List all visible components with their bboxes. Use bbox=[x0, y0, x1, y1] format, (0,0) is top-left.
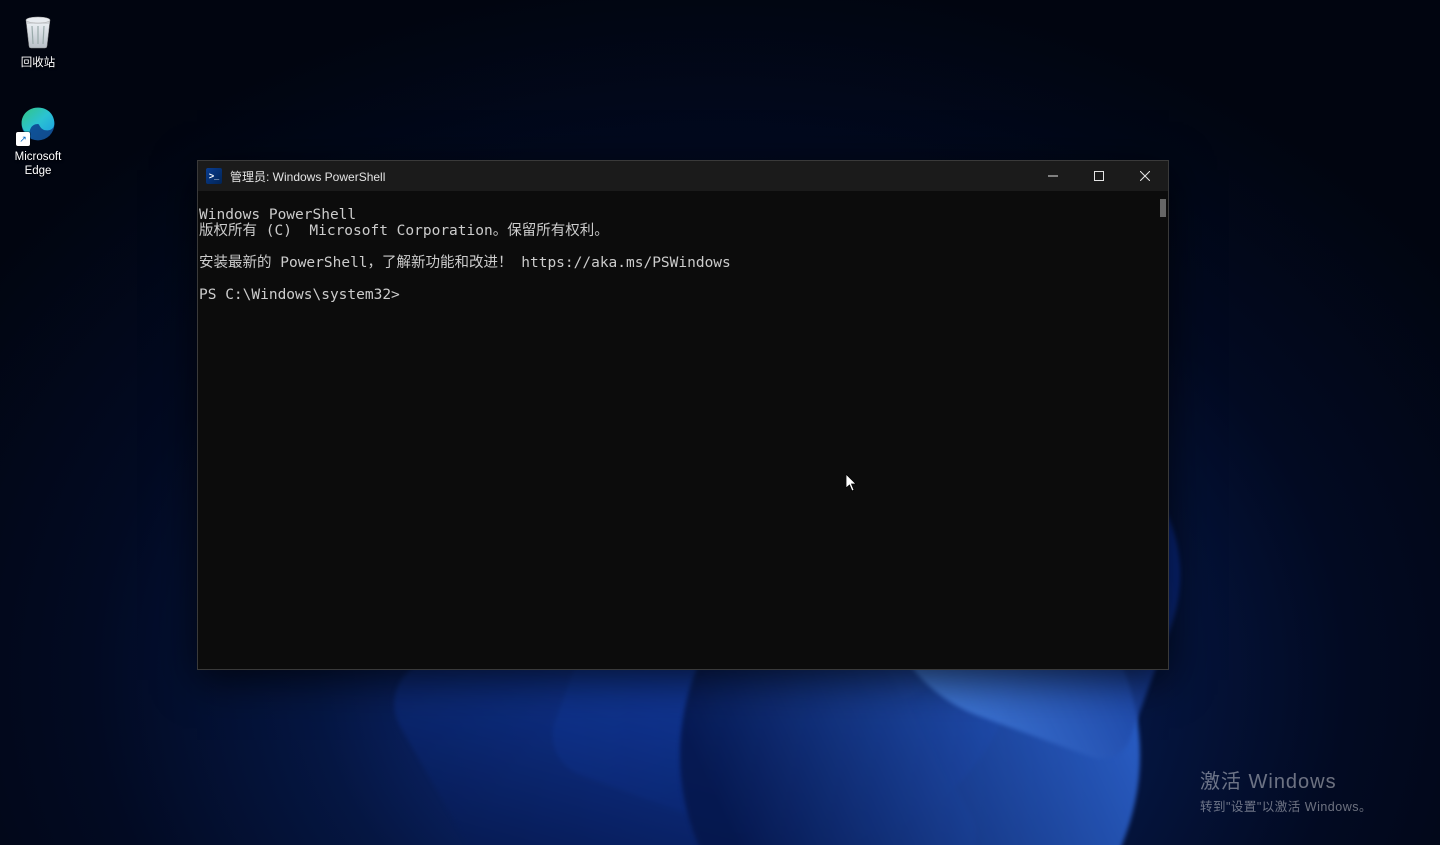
desktop[interactable]: 回收站 ↗ Micro bbox=[0, 0, 1440, 845]
watermark-title: 激活 Windows bbox=[1200, 765, 1372, 794]
terminal-line: Windows PowerShell bbox=[198, 207, 356, 223]
maximize-button[interactable] bbox=[1076, 161, 1122, 191]
terminal-prompt[interactable]: PS C:\Windows\system32> bbox=[198, 287, 409, 303]
window-title: 管理员: Windows PowerShell bbox=[230, 168, 385, 185]
shortcut-overlay-icon: ↗ bbox=[16, 132, 30, 146]
desktop-icon-edge[interactable]: ↗ Microsoft Edge bbox=[2, 100, 74, 181]
powershell-window[interactable]: >_ 管理员: Windows PowerShell Windows Power… bbox=[197, 160, 1169, 670]
terminal-line bbox=[198, 239, 199, 255]
window-titlebar[interactable]: >_ 管理员: Windows PowerShell bbox=[198, 161, 1168, 191]
terminal-line bbox=[198, 271, 199, 287]
terminal-body[interactable]: Windows PowerShell 版权所有 (C) Microsoft Co… bbox=[198, 191, 1168, 669]
desktop-icon-label: 回收站 bbox=[21, 56, 56, 70]
window-controls bbox=[1030, 161, 1168, 191]
terminal-output: Windows PowerShell 版权所有 (C) Microsoft Co… bbox=[198, 191, 1168, 303]
close-button[interactable] bbox=[1122, 161, 1168, 191]
activation-watermark: 激活 Windows 转到"设置"以激活 Windows。 bbox=[1200, 765, 1372, 815]
scrollbar-thumb[interactable] bbox=[1160, 199, 1166, 217]
terminal-line: 安装最新的 PowerShell，了解新功能和改进！ https://aka.m… bbox=[198, 255, 731, 271]
desktop-icon-label: Microsoft Edge bbox=[15, 150, 62, 179]
powershell-icon: >_ bbox=[206, 168, 222, 184]
minimize-button[interactable] bbox=[1030, 161, 1076, 191]
watermark-subtitle: 转到"设置"以激活 Windows。 bbox=[1200, 796, 1372, 815]
desktop-icon-recycle-bin[interactable]: 回收站 bbox=[2, 6, 74, 72]
edge-icon: ↗ bbox=[16, 102, 60, 146]
terminal-line: 版权所有 (C) Microsoft Corporation。保留所有权利。 bbox=[198, 223, 609, 239]
recycle-bin-icon bbox=[16, 8, 60, 52]
